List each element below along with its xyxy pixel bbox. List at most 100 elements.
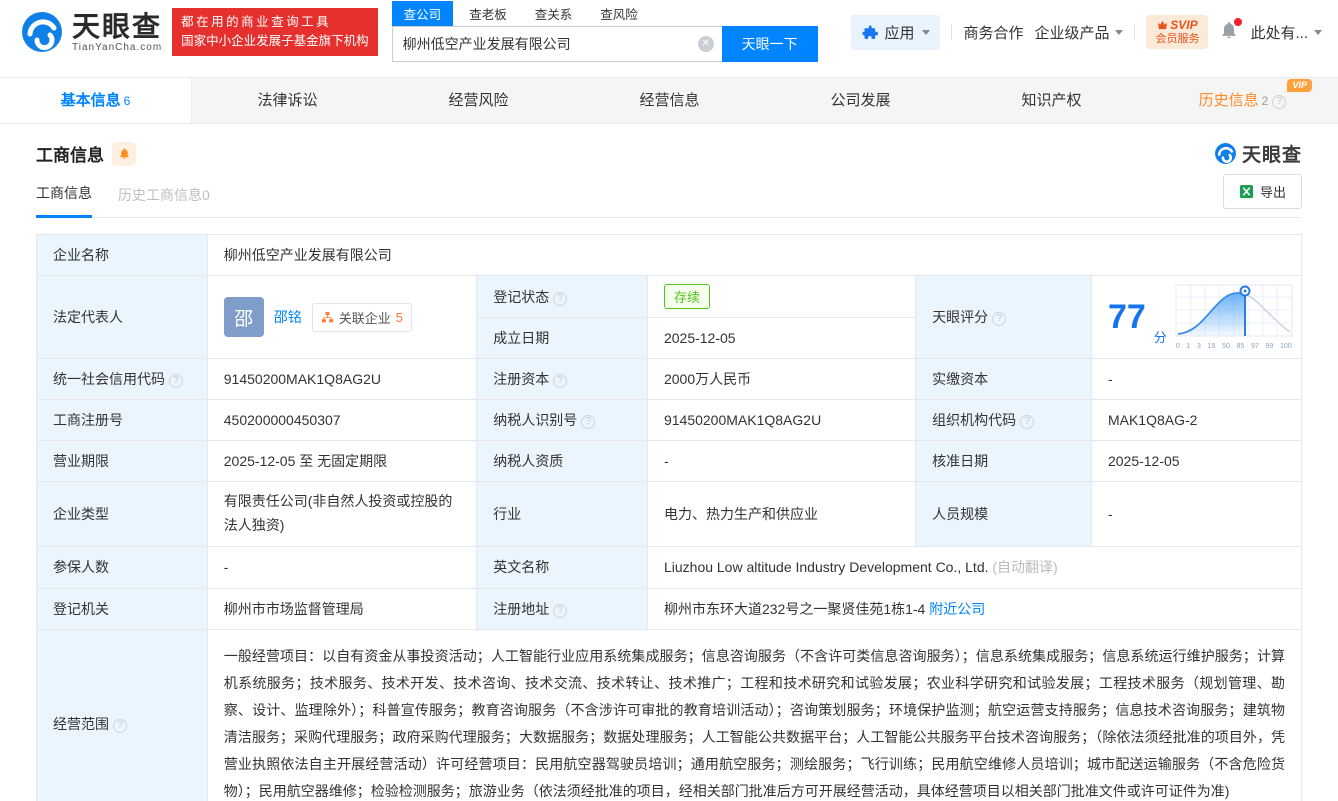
- search-tab-risk[interactable]: 查风险: [588, 1, 650, 26]
- legal-rep-name-link[interactable]: 邵铭: [274, 307, 302, 327]
- taxpayer-id-value: 91450200MAK1Q8AG2U: [647, 400, 915, 441]
- puzzle-icon: [861, 24, 878, 41]
- auto-translate-note: (自动翻译): [992, 559, 1057, 575]
- enterprise-products-menu[interactable]: 企业级产品: [1034, 22, 1123, 43]
- legal-rep-label: 法定代表人: [37, 276, 208, 359]
- score-unit: 分: [1154, 327, 1167, 346]
- help-icon[interactable]: [992, 312, 1006, 326]
- org-code-value: MAK1Q8AG-2: [1091, 400, 1301, 441]
- org-code-label: 组织机构代码: [916, 400, 1092, 441]
- brand-watermark: 天眼查: [1214, 140, 1302, 167]
- score-distribution-chart[interactable]: 0131550859799100: [1175, 284, 1293, 350]
- tab-history-info[interactable]: VIP 历史信息2: [1147, 78, 1338, 123]
- taxpayer-qual-label: 纳税人资质: [477, 441, 648, 482]
- nearby-companies-link[interactable]: 附近公司: [929, 601, 985, 617]
- address-label: 注册地址: [477, 588, 648, 629]
- chart-axis-ticks: 0131550859799100: [1175, 343, 1293, 350]
- tianyancha-logo[interactable]: 天眼查 TianYanCha.com: [20, 10, 162, 54]
- tab-label: 经营风险: [448, 92, 508, 109]
- search-block: 查公司 查老板 查关系 查风险 天眼一下: [392, 2, 818, 62]
- table-row: 工商注册号 450200000450307 纳税人识别号 91450200MAK…: [37, 400, 1302, 441]
- tab-history-info-label: 历史信息: [1199, 92, 1259, 109]
- apps-menu[interactable]: 应用: [851, 15, 940, 50]
- table-row: 登记机关 柳州市市场监督管理局 注册地址 柳州市东环大道232号之一聚贤佳苑1栋…: [37, 588, 1302, 629]
- search-tab-boss[interactable]: 查老板: [457, 1, 519, 26]
- avatar[interactable]: 邵: [224, 297, 264, 337]
- clear-icon[interactable]: [698, 36, 714, 52]
- business-info-table: 企业名称 柳州低空产业发展有限公司 法定代表人 邵 邵铭 关联企业: [36, 234, 1302, 801]
- enterprise-products-label: 企业级产品: [1034, 22, 1109, 43]
- subtab-history-count: 0: [202, 187, 210, 203]
- promo-banner: 都在用的商业查询工具 国家中小企业发展子基金旗下机构: [172, 8, 378, 57]
- reg-capital-label-text: 注册资本: [493, 371, 549, 387]
- vip-badge: VIP: [1287, 79, 1312, 92]
- related-companies-badge[interactable]: 关联企业 5: [312, 303, 412, 332]
- help-icon[interactable]: [1020, 415, 1034, 429]
- svip-membership-button[interactable]: SVIP 会员服务: [1146, 15, 1208, 50]
- uscc-label-text: 统一社会信用代码: [53, 371, 165, 387]
- tab-history-info-count: 2: [1262, 94, 1269, 108]
- est-date-label: 成立日期: [477, 318, 648, 359]
- tab-legal-litigation[interactable]: 法律诉讼: [192, 78, 383, 123]
- reg-authority-label: 登记机关: [37, 588, 208, 629]
- paid-capital-label: 实缴资本: [916, 359, 1092, 400]
- export-button[interactable]: 导出: [1223, 174, 1302, 209]
- divider: [951, 24, 952, 40]
- search-button[interactable]: 天眼一下: [722, 26, 818, 62]
- help-icon[interactable]: [553, 292, 567, 306]
- reg-no-label: 工商注册号: [37, 400, 208, 441]
- user-account-label: 此处有...: [1250, 22, 1308, 43]
- notifications-button[interactable]: [1219, 20, 1239, 45]
- divider: [1134, 24, 1135, 40]
- chevron-down-icon: [1314, 30, 1322, 35]
- tab-basic-info-count: 6: [124, 94, 131, 108]
- search-tab-relation[interactable]: 查关系: [523, 1, 585, 26]
- help-icon[interactable]: [1272, 95, 1286, 109]
- scope-value: 一般经营项目：以自有资金从事投资活动；人工智能行业应用系统集成服务；信息咨询服务…: [224, 630, 1285, 801]
- org-chart-icon: [321, 311, 334, 324]
- svip-sublabel: 会员服务: [1155, 33, 1199, 47]
- section-title: 工商信息: [36, 141, 104, 166]
- help-icon[interactable]: [553, 374, 567, 388]
- table-row: 经营范围 一般经营项目：以自有资金从事投资活动；人工智能行业应用系统集成服务；信…: [37, 629, 1302, 801]
- promo-line1: 都在用的商业查询工具: [181, 13, 369, 32]
- industry-label: 行业: [477, 482, 648, 547]
- search-tab-company[interactable]: 查公司: [392, 1, 454, 26]
- help-icon[interactable]: [113, 719, 127, 733]
- legal-rep-cell: 邵 邵铭 关联企业 5: [207, 276, 476, 359]
- tab-intellectual-property[interactable]: 知识产权: [956, 78, 1147, 123]
- help-icon[interactable]: [581, 415, 595, 429]
- reg-status-label-text: 登记状态: [493, 289, 549, 305]
- bell-curve-chart: [1175, 284, 1293, 340]
- help-icon[interactable]: [169, 374, 183, 388]
- staff-size-value: -: [1091, 482, 1301, 547]
- score-label: 天眼评分: [916, 276, 1092, 359]
- uscc-label: 统一社会信用代码: [37, 359, 208, 400]
- company-name-value: 柳州低空产业发展有限公司: [207, 235, 1301, 276]
- search-input[interactable]: [403, 36, 698, 52]
- tab-operating-risk[interactable]: 经营风险: [383, 78, 574, 123]
- tab-company-development[interactable]: 公司发展: [765, 78, 956, 123]
- business-cooperation-link[interactable]: 商务合作: [963, 22, 1023, 43]
- reg-capital-label: 注册资本: [477, 359, 648, 400]
- help-icon[interactable]: [553, 604, 567, 618]
- chevron-down-icon: [922, 30, 930, 35]
- tianyancha-logo-icon: [1214, 142, 1237, 165]
- scope-label-text: 经营范围: [53, 716, 109, 732]
- address-value: 柳州市东环大道232号之一聚贤佳苑1栋1-4: [664, 601, 925, 617]
- address-cell: 柳州市东环大道232号之一聚贤佳苑1栋1-4 附近公司: [647, 588, 1301, 629]
- subtab-history-label: 历史工商信息: [118, 187, 202, 203]
- table-row: 参保人数 - 英文名称 Liuzhou Low altitude Industr…: [37, 546, 1302, 588]
- score-cell: 77 分: [1091, 276, 1301, 359]
- table-row: 统一社会信用代码 91450200MAK1Q8AG2U 注册资本 2000万人民…: [37, 359, 1302, 400]
- insured-label: 参保人数: [37, 546, 208, 588]
- tab-operating-info[interactable]: 经营信息: [574, 78, 765, 123]
- user-account-menu[interactable]: 此处有...: [1250, 22, 1322, 43]
- subtab-history-business-info[interactable]: 历史工商信息0: [118, 185, 210, 217]
- status-badge: 存续: [664, 284, 710, 309]
- top-header: 天眼查 TianYanCha.com 都在用的商业查询工具 国家中小企业发展子基…: [0, 0, 1338, 64]
- tab-basic-info[interactable]: 基本信息6: [0, 78, 192, 123]
- crown-icon: [1157, 21, 1168, 30]
- monitor-bell-button[interactable]: [112, 142, 136, 166]
- subtab-business-info[interactable]: 工商信息: [36, 183, 92, 218]
